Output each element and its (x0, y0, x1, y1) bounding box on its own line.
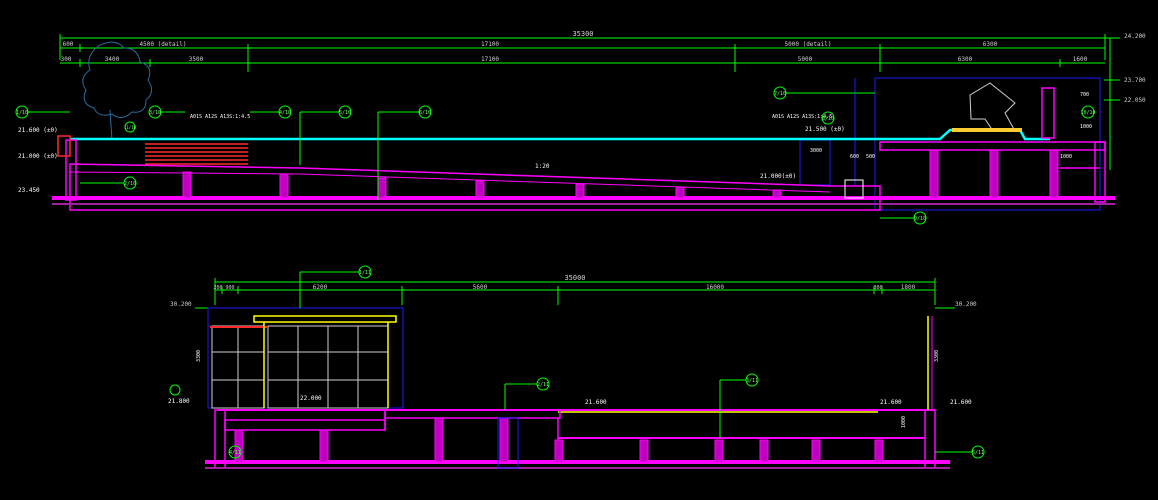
top-dim-r1-2: 17100 (481, 41, 499, 48)
top-inner-dim-0: 3000 (810, 148, 822, 154)
top-inner-dim-4: 700 (1080, 92, 1089, 98)
bottom-dim-1: 900 (225, 285, 234, 291)
bottom-inner-dim-1: 3300 (934, 350, 940, 362)
bottom-dim-0: 200 (213, 285, 222, 291)
bottom-dim-2: 6200 (313, 284, 328, 291)
top-left-wall (57, 135, 77, 201)
top-level-right-1: 23.700 (1124, 77, 1146, 84)
top-dim-r2-1: 3500 (189, 56, 204, 63)
top-callout-5: 6/10 (419, 110, 431, 116)
top-level-1: 21.000 (±0) (18, 153, 58, 160)
top-level-3: 21.500 (±0) (805, 126, 845, 133)
bottom-callout-2: 3/11 (746, 378, 758, 384)
bottom-dimension-lines (214, 278, 936, 305)
top-dim-r1-3: 5000 (detail) (785, 41, 832, 48)
bottom-inner-dim-2: 1000 (901, 416, 907, 428)
top-dim-r2-0: 3400 (105, 56, 120, 63)
bottom-callout-4: 5/11 (972, 450, 984, 456)
top-note-0: A01S A12S A13S:1:4.5 (190, 114, 250, 120)
top-dim-r1-0: 600 (63, 41, 74, 48)
bottom-inner-dim-0: 3300 (196, 350, 202, 362)
top-callout-10: 11/10 (124, 125, 137, 130)
bottom-dim-5: 300 (873, 285, 882, 291)
drain-pit (844, 179, 864, 199)
top-level-right-0: 24.200 (1124, 33, 1146, 40)
top-callout-2: 3/10 (149, 110, 161, 116)
top-dimension-row-1 (60, 44, 1105, 72)
bottom-level-top-right: 30.200 (955, 301, 977, 308)
top-callout-6: 7/10 (774, 91, 786, 97)
bottom-callout-1: 2/11 (537, 382, 549, 388)
cad-drawing-canvas: 35300 600 4500 (detail) 17100 5000 (deta… (0, 0, 1158, 500)
top-callout-9: 10/10 (1080, 110, 1095, 116)
top-right-vertical-dims (1104, 37, 1120, 170)
top-callout-1: 2/10 (124, 181, 136, 187)
top-inner-dim-5: 1000 (1060, 154, 1072, 160)
top-dim-r1-1: 4500 (detail) (140, 41, 187, 48)
bottom-level-1: 21.800 (168, 398, 190, 405)
top-dim-r2-2: 17100 (481, 56, 499, 63)
bottom-columns (234, 417, 884, 463)
top-dimension-row-2 (60, 59, 1105, 67)
bottom-callout-0: 1/11 (359, 270, 371, 276)
bottom-level-top-left: 30.200 (170, 301, 192, 308)
top-inner-dim-3: 1000 (1080, 124, 1092, 130)
top-inner-dim-2: 500 (866, 154, 875, 160)
top-dim-r2-5: 1600 (1073, 56, 1088, 63)
bottom-level-3: 21.600 (880, 399, 902, 406)
top-dim-small-0: 300 (61, 56, 72, 63)
bottom-dim-4: 16000 (706, 284, 724, 291)
top-slope-label: 1:20 (535, 163, 550, 170)
wood-deck (145, 143, 248, 165)
top-section: 35300 600 4500 (detail) 17100 5000 (deta… (15, 30, 1146, 225)
top-callout-leaders (299, 112, 379, 200)
bottom-section: 35000 200 900 6200 5600 16000 300 1800 3… (168, 265, 985, 469)
top-level-2: 21.000(±0) (760, 173, 796, 180)
top-callout-7: 8/10 (822, 116, 834, 122)
pavilion-sculpture (969, 82, 1016, 132)
top-dim-r2-4: 6300 (958, 56, 973, 63)
top-callout-4: 5/10 (339, 110, 351, 116)
bottom-overall-dim-label: 35000 (564, 274, 585, 282)
top-dim-r1-4: 6300 (983, 41, 998, 48)
top-level-4: 23.450 (18, 187, 40, 194)
top-dim-r2-3: 5000 (798, 56, 813, 63)
bottom-level-0: 22.000 (300, 395, 322, 402)
bottom-callout-3: 4/11 (229, 450, 241, 456)
bottom-pavilion (207, 307, 404, 409)
top-inner-dim-1: 600 (850, 154, 859, 160)
top-callout-0: 1/10 (16, 110, 28, 116)
section-drawings: 35300 600 4500 (detail) 17100 5000 (deta… (15, 30, 1146, 469)
top-callout-8: 9/10 (914, 216, 926, 222)
top-level-0: 21.600 (±0) (18, 127, 58, 134)
bottom-level-4: 21.600 (950, 399, 972, 406)
bottom-level-2: 21.600 (585, 399, 607, 406)
bottom-dim-6: 1800 (901, 284, 916, 291)
bottom-dim-3: 5600 (473, 284, 488, 291)
top-overall-dim-label: 35300 (572, 30, 593, 38)
top-level-right-2: 22.050 (1124, 97, 1146, 104)
pavilion-platform (952, 128, 1022, 132)
top-callout-3: 4/10 (279, 110, 291, 116)
bottom-callouts (169, 265, 985, 459)
